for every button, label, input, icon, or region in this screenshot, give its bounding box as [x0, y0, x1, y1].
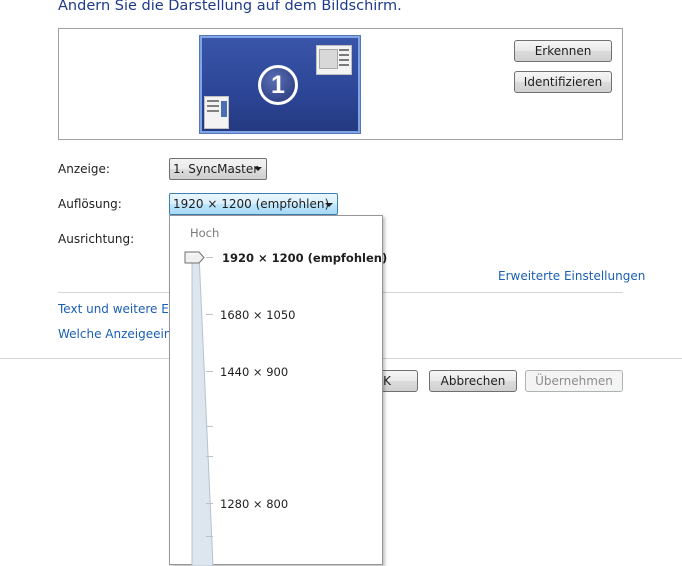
apply-button: Übernehmen: [525, 370, 623, 392]
resolution-dropdown-panel: Hoch 1920 × 1200 (empfohlen) 1680 × 1050…: [169, 215, 387, 566]
slider-tick: [206, 536, 213, 537]
chevron-down-icon: [254, 167, 262, 171]
resolution-option-1440x900[interactable]: 1440 × 900: [220, 365, 288, 379]
slider-tick: [206, 426, 213, 427]
display-select[interactable]: 1. SyncMaster: [169, 158, 267, 180]
cancel-button[interactable]: Abbrechen: [429, 370, 517, 392]
resolution-option-1280x800[interactable]: 1280 × 800: [220, 497, 288, 511]
slider-tick: [206, 314, 213, 315]
slider-tick: [206, 503, 213, 504]
slider-tick: [206, 456, 213, 457]
ok-button-label: K: [383, 374, 391, 388]
desktop-icons-thumbnail-icon: [204, 96, 229, 129]
resolution-label: Auflösung:: [58, 197, 122, 211]
page-title: Ändern Sie die Darstellung auf dem Bilds…: [58, 0, 402, 14]
display-label: Anzeige:: [58, 162, 110, 176]
chevron-down-icon: [325, 203, 333, 207]
detect-button[interactable]: Erkennen: [514, 40, 612, 62]
orientation-label: Ausrichtung:: [58, 232, 135, 246]
slider-thumb-icon[interactable]: [184, 251, 206, 264]
resolution-option-1920x1200[interactable]: 1920 × 1200 (empfohlen): [222, 251, 387, 265]
high-label: Hoch: [190, 226, 220, 240]
monitor-1-thumbnail[interactable]: 1: [199, 35, 361, 134]
advanced-settings-link[interactable]: Erweiterte Einstellungen: [498, 269, 645, 283]
identify-button[interactable]: Identifizieren: [514, 71, 612, 93]
display-select-value: 1. SyncMaster: [173, 162, 259, 176]
resolution-select-value: 1920 × 1200 (empfohlen): [173, 197, 330, 211]
resolution-slider-track[interactable]: [188, 254, 218, 566]
slider-tick: [206, 371, 213, 372]
slider-tick: [206, 257, 213, 258]
text-size-link[interactable]: Text und weitere Elen: [58, 302, 187, 316]
window-thumbnail-icon: [316, 45, 352, 75]
monitor-number-badge: 1: [258, 65, 298, 105]
resolution-select[interactable]: 1920 × 1200 (empfohlen): [169, 193, 338, 215]
resolution-option-1680x1050[interactable]: 1680 × 1050: [220, 308, 295, 322]
